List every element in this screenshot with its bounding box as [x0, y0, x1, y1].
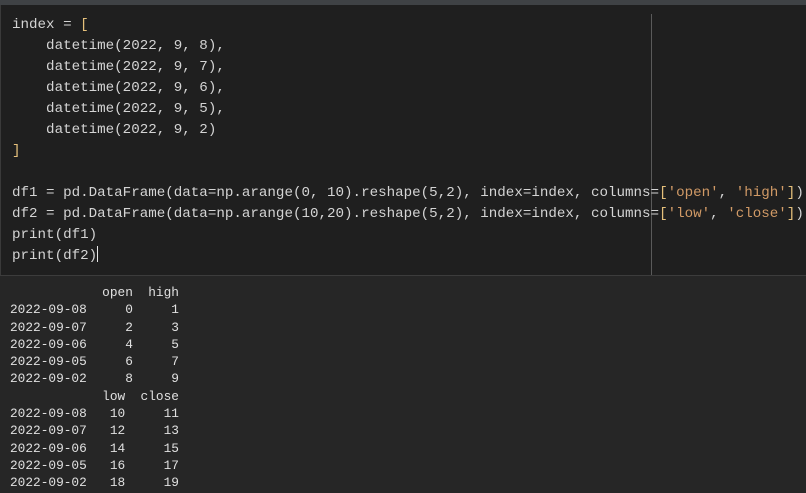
code-text[interactable]: index = [ datetime(2022, 9, 8), datetime… [12, 15, 804, 267]
console-line: 2022-09-08 10 11 [10, 406, 179, 422]
code-editor[interactable]: index = [ datetime(2022, 9, 8), datetime… [0, 5, 806, 276]
console-line: 2022-09-02 8 9 [10, 371, 179, 387]
code-line: df1 = pd.DataFrame(data=np.arange(0, 10)… [12, 185, 804, 201]
console-line: 2022-09-05 16 17 [10, 457, 179, 473]
console-line: low close [10, 388, 179, 404]
console-line: open high [10, 285, 179, 300]
console-line: 2022-09-08 0 1 [10, 302, 179, 318]
code-line: df2 = pd.DataFrame(data=np.arange(10,20)… [12, 206, 804, 222]
code-line: datetime(2022, 9, 8), [12, 38, 225, 54]
console-line: 2022-09-07 12 13 [10, 423, 179, 439]
console-line: 2022-09-07 2 3 [10, 319, 179, 335]
code-line: datetime(2022, 9, 7), [12, 59, 225, 75]
console-line: 2022-09-02 18 19 [10, 475, 179, 491]
code-line: print(df1) [12, 227, 98, 243]
console-output-text: open high 2022-09-08 0 1 2022-09-07 2 3 … [10, 284, 179, 492]
code-line: datetime(2022, 9, 6), [12, 80, 225, 96]
output-console: open high 2022-09-08 0 1 2022-09-07 2 3 … [0, 276, 806, 493]
text-cursor [97, 246, 99, 262]
code-line: ] [12, 143, 21, 159]
code-line: index = [ [12, 17, 89, 33]
code-line: datetime(2022, 9, 2) [12, 122, 217, 138]
console-line: 2022-09-05 6 7 [10, 354, 179, 370]
console-line: 2022-09-06 4 5 [10, 336, 179, 352]
console-line: 2022-09-06 14 15 [10, 440, 179, 456]
code-line-current: print(df2) [12, 248, 98, 264]
code-line: datetime(2022, 9, 5), [12, 101, 225, 117]
